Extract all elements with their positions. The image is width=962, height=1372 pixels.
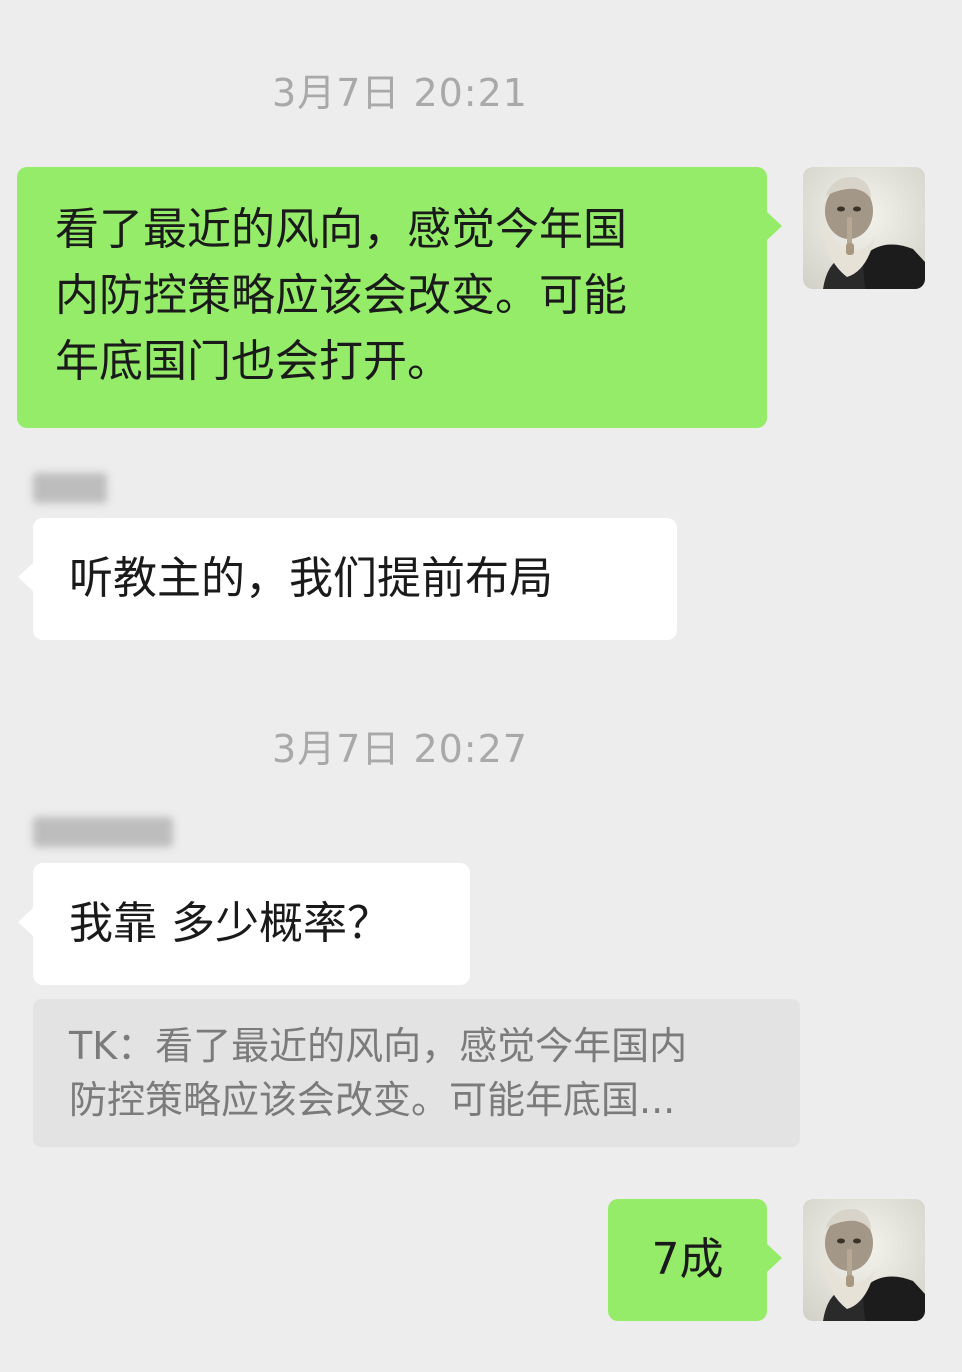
timestamp: 3月7日 20:21 <box>272 71 528 115</box>
message-text: 我靠 多少概率？ <box>69 898 391 949</box>
quote-line: TK：看了最近的风向，感觉今年国内 <box>69 1024 688 1068</box>
message-text: 7成 <box>651 1234 724 1285</box>
timestamp: 3月7日 20:27 <box>272 727 528 771</box>
quoted-message[interactable]: TK：看了最近的风向，感觉今年国内 防控策略应该会改变。可能年底国... <box>33 999 800 1147</box>
quote-line: 防控策略应该会改变。可能年底国... <box>69 1078 676 1122</box>
message-text: 听教主的，我们提前布局 <box>69 553 553 604</box>
sender-name-blurred <box>33 817 173 847</box>
outgoing-message-bubble[interactable]: 看了最近的风向，感觉今年国 内防控策略应该会改变。可能 年底国门也会打开。 <box>17 167 782 428</box>
message-line: 年底国门也会打开。 <box>55 336 451 387</box>
message-line: 内防控策略应该会改变。可能 <box>55 270 627 321</box>
bearded-old-man-portrait-icon <box>803 167 925 289</box>
avatar[interactable] <box>803 167 925 289</box>
outgoing-message-bubble[interactable]: 7成 <box>608 1199 782 1321</box>
incoming-message-bubble[interactable]: 我靠 多少概率？ <box>18 863 470 985</box>
avatar[interactable] <box>803 1199 925 1321</box>
incoming-message-bubble[interactable]: 听教主的，我们提前布局 <box>18 518 677 640</box>
sender-name-blurred <box>33 473 107 503</box>
message-line: 看了最近的风向，感觉今年国 <box>55 204 627 255</box>
bearded-old-man-portrait-icon <box>803 1199 925 1321</box>
